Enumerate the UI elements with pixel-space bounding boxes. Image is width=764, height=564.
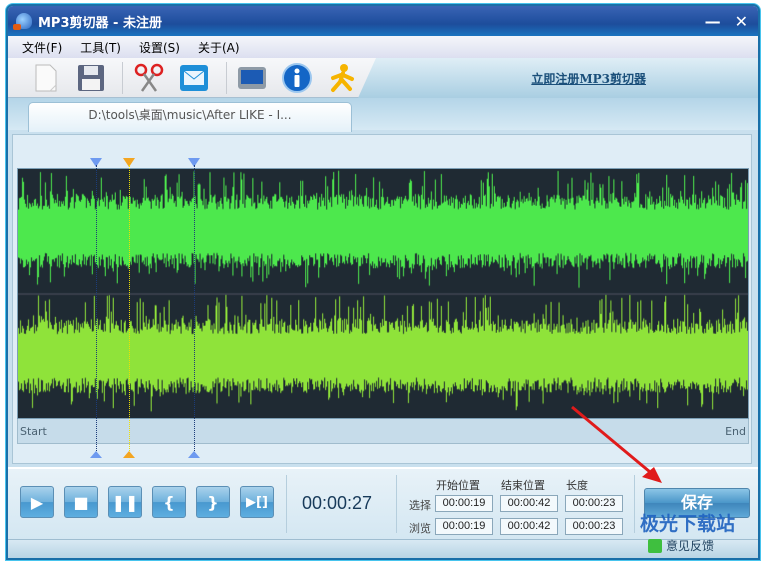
divider: [634, 475, 635, 533]
play-selection-button[interactable]: ▶[]: [240, 486, 274, 518]
minimize-button[interactable]: —: [705, 12, 721, 31]
playhead-line: [129, 165, 130, 455]
watermark: 极光下载站: [640, 513, 736, 535]
close-button[interactable]: ✕: [735, 12, 748, 31]
set-end-button[interactable]: }: [196, 486, 230, 518]
new-file-icon[interactable]: [26, 61, 65, 95]
pause-icon: ❚❚: [111, 492, 139, 512]
browse-start-field[interactable]: 00:00:19: [435, 518, 493, 535]
start-label: Start: [20, 425, 47, 438]
menu-tools[interactable]: 工具(T): [80, 39, 121, 56]
end-marker-line: [194, 165, 195, 455]
play-icon: ▶: [30, 492, 44, 512]
toolbar-divider: [122, 62, 124, 94]
selection-end-field[interactable]: 00:00:42: [500, 495, 558, 512]
menu-bar: 文件(F) 工具(T) 设置(S) 关于(A): [8, 36, 758, 58]
current-time: 00:00:27: [302, 493, 373, 513]
app-logo-icon: [13, 13, 32, 30]
running-man-icon[interactable]: [323, 61, 362, 95]
divider: [396, 475, 397, 533]
mail-icon[interactable]: [174, 61, 213, 95]
register-link[interactable]: 立即注册MP3剪切器: [531, 70, 646, 87]
end-marker-bottom[interactable]: [188, 451, 200, 458]
selection-start-field[interactable]: 00:00:19: [435, 495, 493, 512]
feedback-icon: [648, 538, 662, 553]
play-selection-icon: ▶[]: [246, 494, 268, 510]
status-bar: [8, 539, 758, 558]
pause-button[interactable]: ❚❚: [108, 486, 142, 518]
divider: [286, 475, 287, 533]
menu-file[interactable]: 文件(F): [22, 39, 62, 56]
right-brace-icon: }: [207, 492, 219, 512]
browse-end-field[interactable]: 00:00:42: [500, 518, 558, 535]
waveform-display[interactable]: [17, 168, 749, 419]
info-icon[interactable]: [278, 61, 317, 95]
end-position-header: 结束位置: [501, 479, 545, 492]
toolbar: 立即注册MP3剪切器: [8, 58, 758, 98]
length-header: 长度: [566, 479, 588, 492]
title-bar: MP3剪切器 - 未注册 — ✕: [8, 6, 758, 36]
timeline-ruler[interactable]: Start End: [17, 419, 749, 444]
play-button[interactable]: ▶: [20, 486, 54, 518]
save-icon[interactable]: [71, 61, 110, 95]
end-label: End: [725, 425, 746, 438]
feedback-link[interactable]: 意见反馈: [648, 537, 714, 554]
start-marker-bottom[interactable]: [90, 451, 102, 458]
feedback-label: 意见反馈: [666, 539, 715, 553]
stop-button[interactable]: ■: [64, 486, 98, 518]
tab-file[interactable]: D:\tools\桌面\music\After LIKE - I...: [28, 102, 352, 132]
browse-length-field[interactable]: 00:00:23: [565, 518, 623, 535]
screen-icon[interactable]: [233, 61, 272, 95]
stop-icon: ■: [73, 492, 89, 512]
start-marker-line: [96, 165, 97, 455]
selection-length-field[interactable]: 00:00:23: [565, 495, 623, 512]
waveform-panel: Start End: [12, 134, 752, 464]
left-brace-icon: {: [163, 492, 175, 512]
cut-icon[interactable]: [129, 61, 168, 95]
file-tabs: D:\tools\桌面\music\After LIKE - I...: [8, 98, 758, 132]
app-window: MP3剪切器 - 未注册 — ✕ 文件(F) 工具(T) 设置(S) 关于(A)…: [6, 4, 760, 560]
menu-settings[interactable]: 设置(S): [139, 39, 180, 56]
selection-label: 选择: [409, 499, 431, 512]
set-start-button[interactable]: {: [152, 486, 186, 518]
toolbar-divider: [225, 62, 227, 94]
start-position-header: 开始位置: [436, 479, 480, 492]
playhead-bottom[interactable]: [123, 451, 135, 458]
window-title: MP3剪切器 - 未注册: [38, 15, 162, 31]
menu-about[interactable]: 关于(A): [198, 39, 240, 56]
browse-label: 浏览: [409, 522, 431, 535]
